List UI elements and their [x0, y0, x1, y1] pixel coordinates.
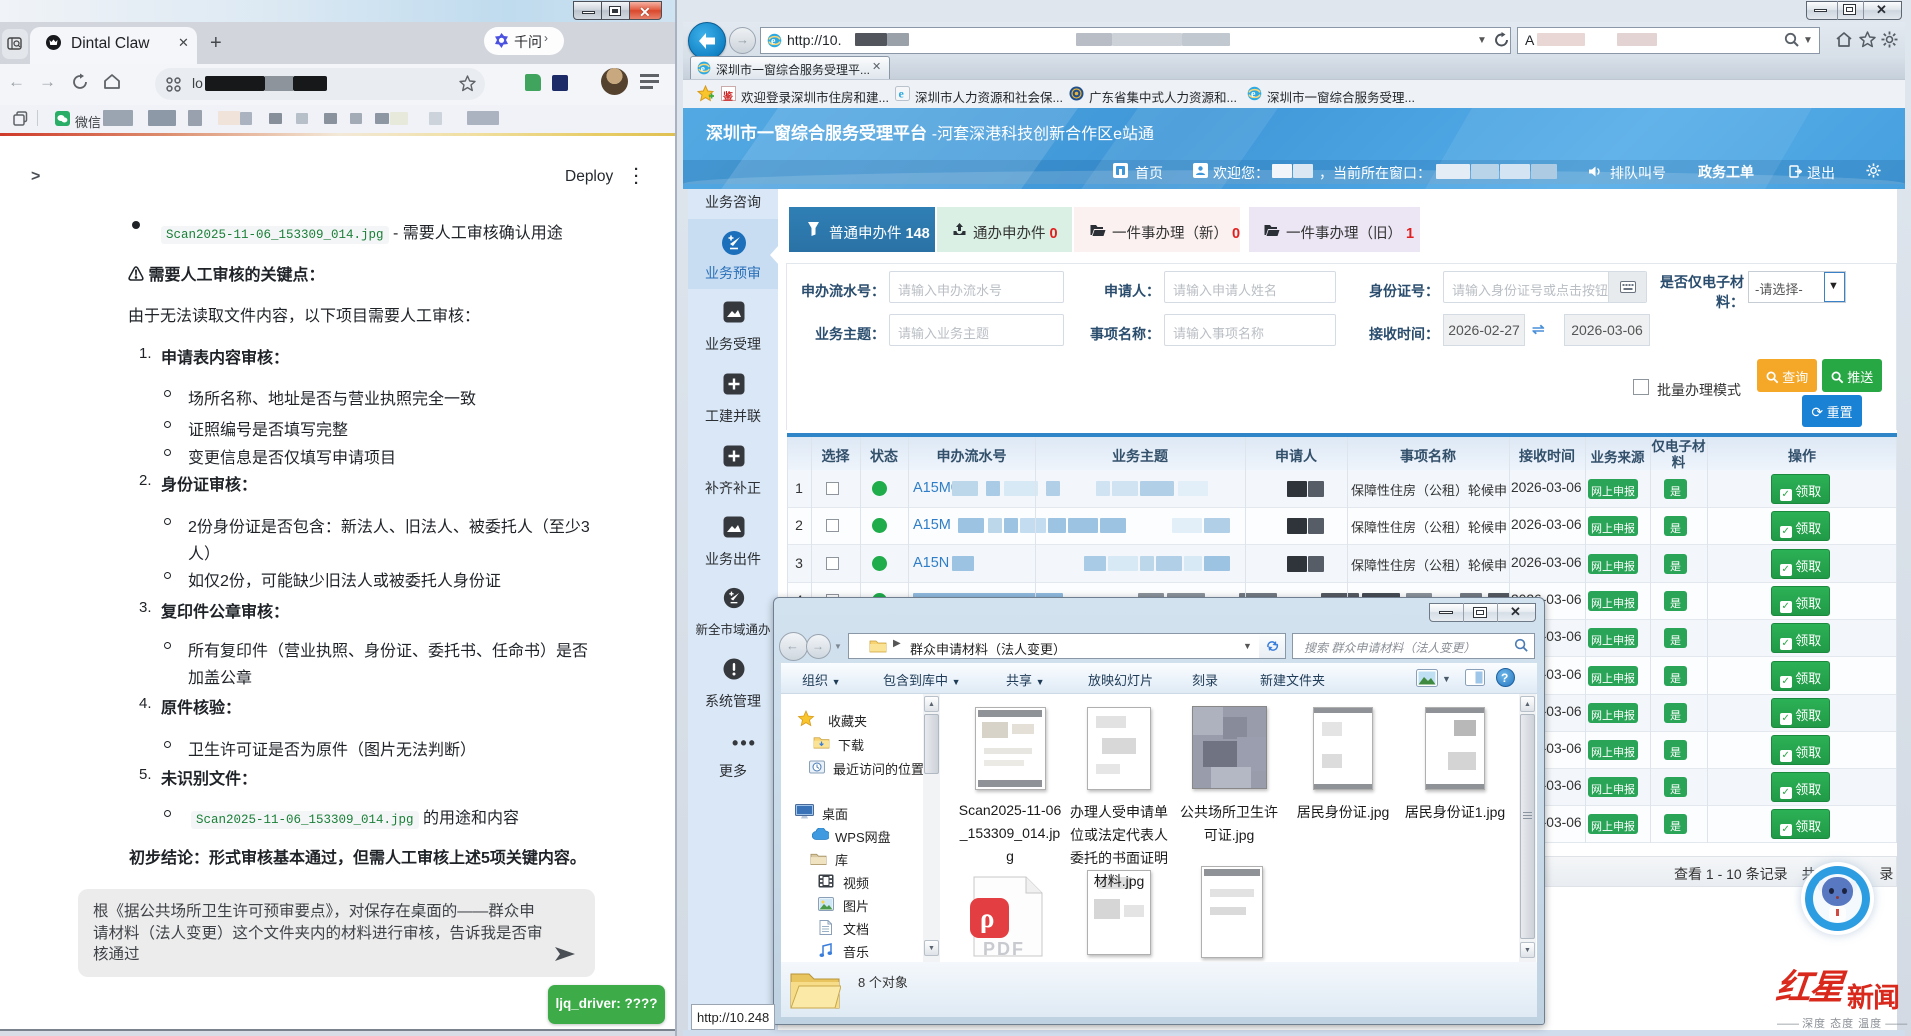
svg-text:e: e: [1251, 89, 1256, 100]
svg-text:e: e: [899, 87, 905, 101]
svg-text:e: e: [771, 36, 776, 47]
svg-text:e: e: [701, 64, 705, 74]
